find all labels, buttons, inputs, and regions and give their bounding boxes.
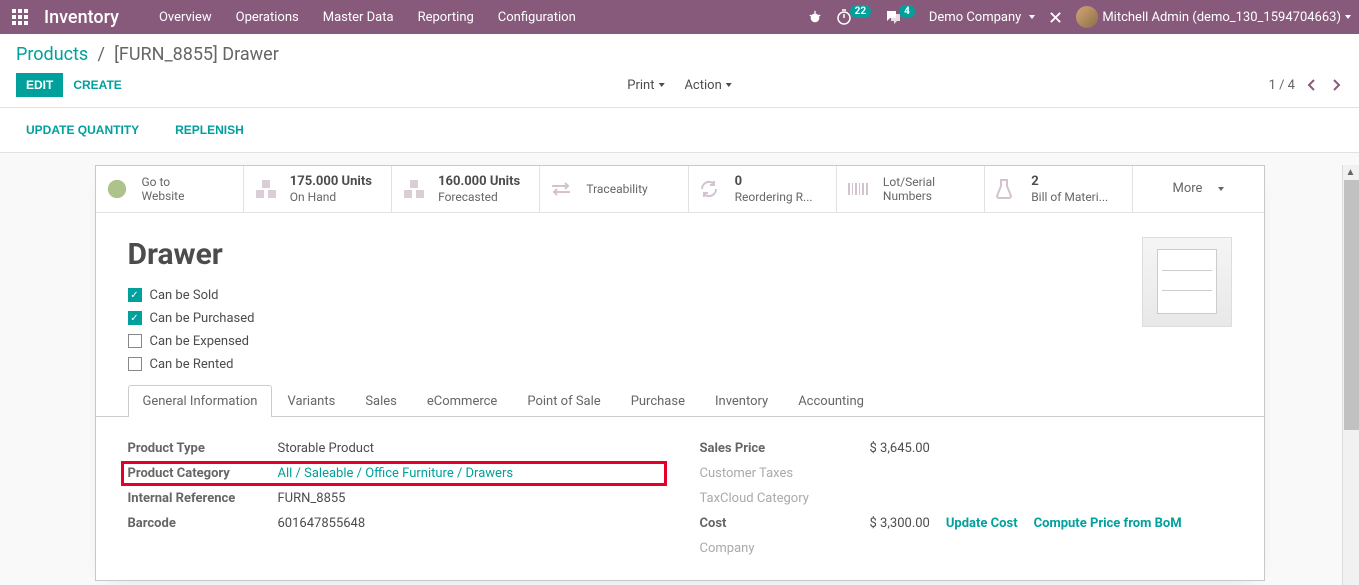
exchange-icon: [550, 181, 576, 197]
company-selector[interactable]: Demo Company: [929, 10, 1035, 25]
checkbox-icon: ✓: [128, 288, 142, 302]
product-image[interactable]: [1142, 237, 1232, 327]
product-name: Drawer: [128, 237, 255, 272]
tab-inventory[interactable]: Inventory: [700, 385, 783, 417]
stat-traceability[interactable]: Traceability: [540, 166, 688, 212]
avatar: [1076, 6, 1098, 28]
chat-icon[interactable]: 4: [885, 9, 915, 25]
stat-lot-serial[interactable]: Lot/SerialNumbers: [837, 166, 985, 212]
timer-icon[interactable]: 22: [836, 9, 871, 25]
field-sales-price: Sales Price $ 3,645.00: [700, 441, 1232, 456]
field-product-type: Product Type Storable Product: [128, 441, 660, 456]
tab-accounting[interactable]: Accounting: [783, 385, 879, 417]
update-quantity-button[interactable]: UPDATE QUANTITY: [16, 118, 149, 142]
cubes-icon: [402, 178, 428, 200]
pager-next[interactable]: [1329, 78, 1343, 92]
field-taxcloud: TaxCloud Category: [700, 491, 1232, 506]
tabs: General Information Variants Sales eComm…: [96, 384, 1264, 417]
tab-sales[interactable]: Sales: [350, 385, 412, 417]
menu-operations[interactable]: Operations: [236, 10, 299, 25]
product-category-link[interactable]: All / Saleable / Office Furniture / Draw…: [278, 466, 514, 481]
checkbox-can-sold[interactable]: ✓ Can be Sold: [128, 288, 255, 303]
compute-price-button[interactable]: Compute Price from BoM: [1034, 516, 1182, 531]
close-icon[interactable]: [1049, 11, 1062, 24]
menu-master-data[interactable]: Master Data: [323, 10, 394, 25]
tab-general-info[interactable]: General Information: [128, 385, 273, 417]
checkbox-can-purchased[interactable]: ✓ Can be Purchased: [128, 311, 255, 326]
user-name: Mitchell Admin (demo_130_1594704663): [1102, 10, 1341, 25]
menu-overview[interactable]: Overview: [159, 10, 212, 25]
main-menu: Overview Operations Master Data Reportin…: [159, 10, 576, 25]
field-company: Company: [700, 541, 1232, 556]
stat-bom[interactable]: 2Bill of Materi...: [985, 166, 1133, 212]
checkbox-icon: [128, 334, 142, 348]
tab-purchase[interactable]: Purchase: [616, 385, 700, 417]
stat-reordering[interactable]: 0Reordering R...: [689, 166, 837, 212]
field-customer-taxes: Customer Taxes: [700, 466, 1232, 481]
chat-badge: 4: [899, 5, 915, 18]
refresh-icon: [699, 179, 725, 199]
checkbox-can-expensed[interactable]: Can be Expensed: [128, 334, 255, 349]
stat-buttons: Go toWebsite 175.000 UnitsOn Hand 160.00…: [96, 166, 1264, 213]
product-header: Drawer ✓ Can be Sold ✓ Can be Purchased …: [96, 213, 1264, 384]
user-menu[interactable]: Mitchell Admin (demo_130_1594704663): [1076, 6, 1351, 28]
action-dropdown[interactable]: Action: [678, 74, 737, 97]
scrollbar-thumb[interactable]: [1344, 180, 1359, 430]
stat-forecast[interactable]: 160.000 UnitsForecasted: [392, 166, 540, 212]
scrollbar[interactable]: ▲: [1342, 165, 1359, 585]
field-product-category: Product Category All / Saleable / Office…: [121, 461, 667, 486]
company-name: Demo Company: [929, 10, 1021, 25]
stat-more[interactable]: More: [1133, 166, 1263, 212]
control-panel: Products / [FURN_8855] Drawer EDIT CREAT…: [0, 34, 1359, 108]
apps-icon[interactable]: [8, 5, 32, 29]
pager-text: 1 / 4: [1269, 78, 1295, 93]
timer-badge: 22: [850, 5, 871, 18]
breadcrumb: Products / [FURN_8855] Drawer: [16, 44, 279, 65]
chevron-down-icon: [658, 83, 664, 87]
stat-onhand[interactable]: 175.000 UnitsOn Hand: [244, 166, 392, 212]
tab-pos[interactable]: Point of Sale: [512, 385, 615, 417]
pager-prev[interactable]: [1305, 78, 1319, 92]
checkbox-icon: ✓: [128, 311, 142, 325]
field-cost: Cost $ 3,300.00 Update Cost Compute Pric…: [700, 516, 1232, 531]
barcode-icon: [847, 181, 873, 197]
sub-actions: UPDATE QUANTITY REPLENISH: [0, 108, 1359, 153]
scrollbar-up-icon[interactable]: ▲: [1343, 165, 1358, 180]
chevron-down-icon: [1345, 15, 1351, 19]
tab-ecommerce[interactable]: eCommerce: [412, 385, 512, 417]
flask-icon: [995, 178, 1021, 200]
navbar: Inventory Overview Operations Master Dat…: [0, 0, 1359, 34]
tab-variants[interactable]: Variants: [272, 385, 350, 417]
update-cost-button[interactable]: Update Cost: [946, 516, 1018, 531]
field-barcode: Barcode 601647855648: [128, 516, 660, 531]
menu-reporting[interactable]: Reporting: [418, 10, 474, 25]
chevron-down-icon: [1029, 15, 1035, 19]
chevron-down-icon: [1218, 187, 1224, 191]
create-button[interactable]: CREATE: [63, 73, 131, 97]
field-internal-ref: Internal Reference FURN_8855: [128, 491, 660, 506]
form-sheet: Go toWebsite 175.000 UnitsOn Hand 160.00…: [95, 165, 1265, 581]
breadcrumb-current: [FURN_8855] Drawer: [114, 44, 279, 65]
globe-icon: [106, 178, 132, 200]
print-dropdown[interactable]: Print: [621, 74, 670, 97]
checkbox-can-rented[interactable]: Can be Rented: [128, 357, 255, 372]
drawer-thumbnail: [1157, 249, 1217, 314]
edit-button[interactable]: EDIT: [16, 73, 63, 97]
pager: 1 / 4: [1269, 78, 1343, 93]
stat-website[interactable]: Go toWebsite: [96, 166, 244, 212]
form-body: Product Type Storable Product Product Ca…: [96, 417, 1264, 580]
breadcrumb-parent[interactable]: Products: [16, 44, 88, 65]
menu-configuration[interactable]: Configuration: [498, 10, 576, 25]
checkbox-icon: [128, 357, 142, 371]
cubes-icon: [254, 178, 280, 200]
replenish-button[interactable]: REPLENISH: [165, 118, 254, 142]
bug-icon[interactable]: [808, 10, 822, 24]
app-title[interactable]: Inventory: [44, 7, 119, 28]
chevron-down-icon: [726, 83, 732, 87]
